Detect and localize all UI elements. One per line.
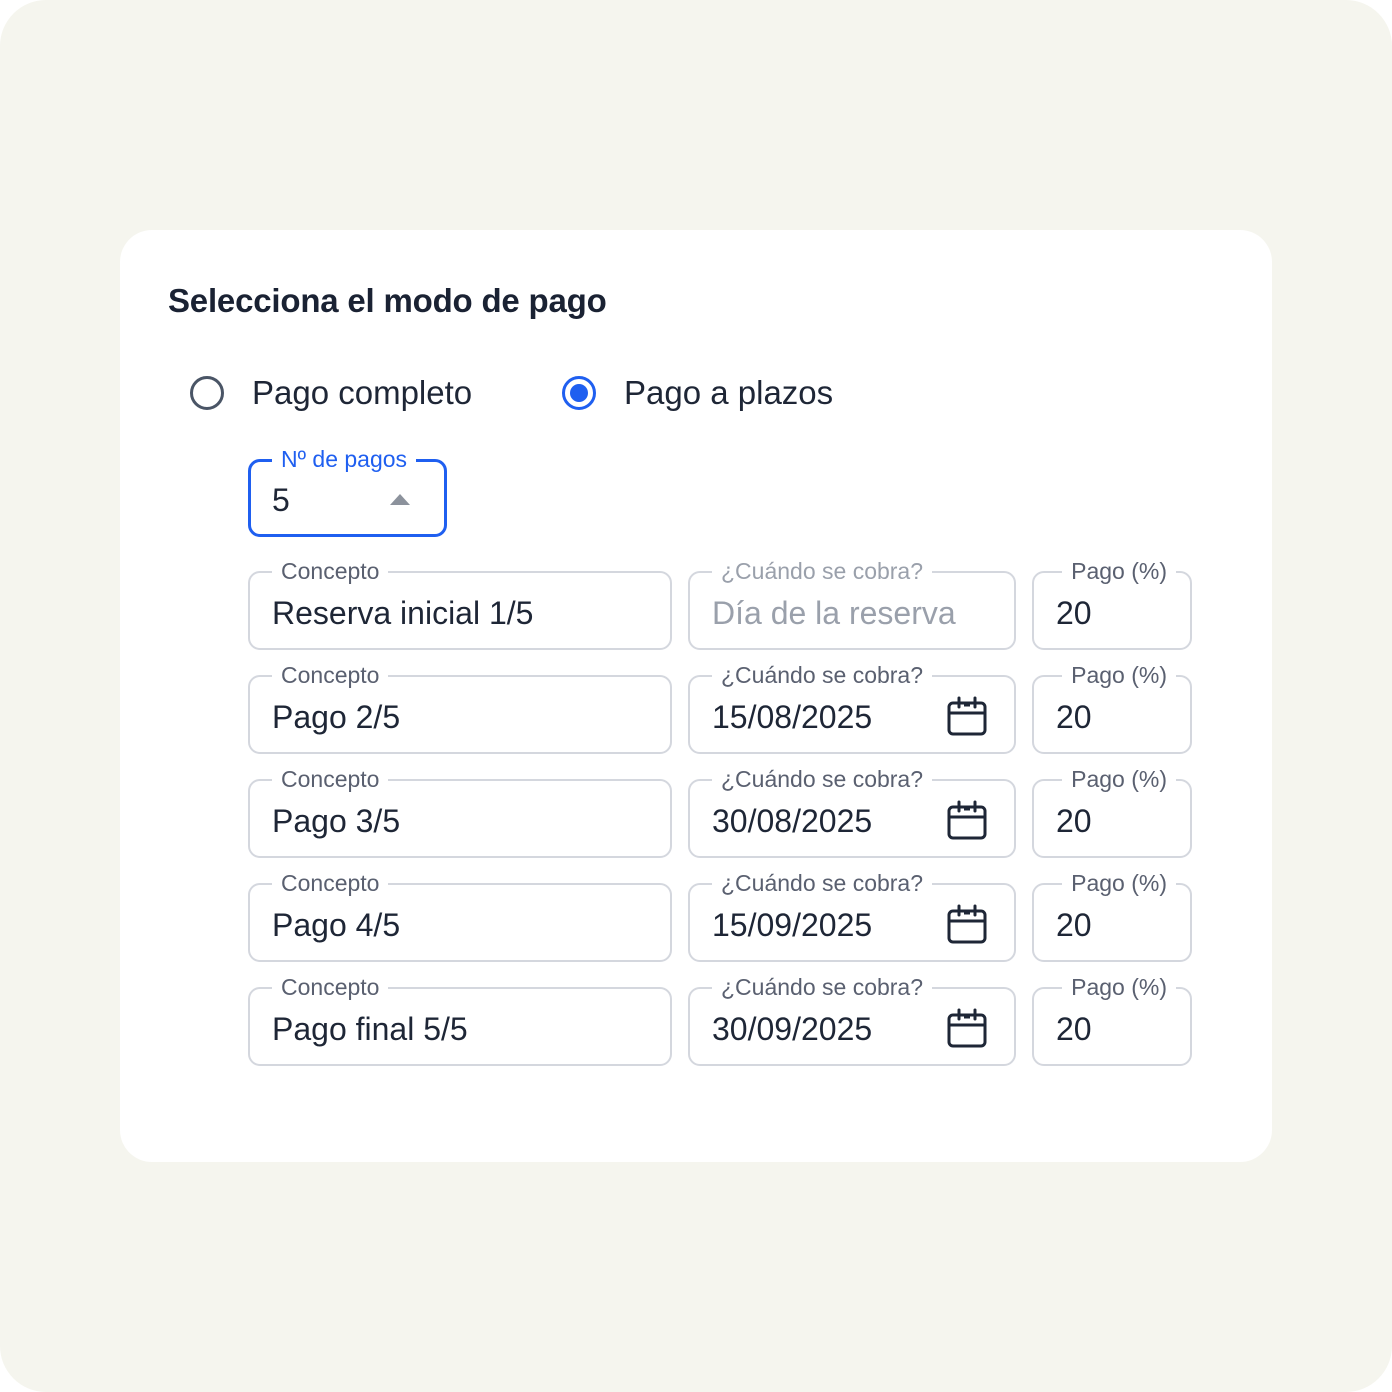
calendar-icon[interactable]	[946, 695, 988, 737]
percent-label: Pago (%)	[1062, 557, 1176, 585]
page-background: Selecciona el modo de pago Pago completo…	[0, 0, 1392, 1392]
caret-up-icon[interactable]	[390, 494, 410, 505]
date-label: ¿Cuándo se cobra?	[712, 557, 933, 585]
date-label: ¿Cuándo se cobra?	[712, 973, 933, 1001]
percent-value[interactable]: 20	[1056, 697, 1092, 737]
concept-label: Concepto	[272, 973, 389, 1001]
concept-field[interactable]: Concepto Pago 2/5	[248, 661, 672, 754]
num-payments-value[interactable]: 5	[272, 480, 290, 520]
date-field[interactable]: ¿Cuándo se cobra? 15/08/2025	[688, 661, 1016, 754]
calendar-icon[interactable]	[946, 799, 988, 841]
radio-label-pago-completo: Pago completo	[252, 374, 473, 411]
radio-checked-icon	[562, 376, 596, 410]
percent-value[interactable]: 20	[1056, 593, 1092, 633]
radio-unchecked-icon	[190, 376, 224, 410]
radio-label-pago-a-plazos: Pago a plazos	[624, 374, 834, 411]
percent-field[interactable]: Pago (%) 20	[1032, 765, 1192, 858]
date-field[interactable]: ¿Cuándo se cobra? Día de la reserva	[688, 557, 1016, 650]
concept-label: Concepto	[272, 869, 389, 897]
percent-label: Pago (%)	[1062, 765, 1176, 793]
radio-pago-a-plazos[interactable]: Pago a plazos	[562, 370, 833, 416]
num-payments-stepper[interactable]: Nº de pagos 5	[248, 445, 447, 537]
date-value[interactable]: 15/09/2025	[712, 905, 872, 945]
date-value[interactable]: 15/08/2025	[712, 697, 872, 737]
num-payments-label: Nº de pagos	[272, 445, 417, 473]
percent-label: Pago (%)	[1062, 661, 1176, 689]
page-title: Selecciona el modo de pago	[168, 282, 607, 319]
percent-field[interactable]: Pago (%) 20	[1032, 869, 1192, 962]
percent-field[interactable]: Pago (%) 20	[1032, 973, 1192, 1066]
calendar-icon[interactable]	[946, 1007, 988, 1049]
radio-pago-completo[interactable]: Pago completo	[190, 370, 472, 416]
concept-label: Concepto	[272, 557, 389, 585]
concept-value[interactable]: Pago 4/5	[272, 905, 400, 945]
calendar-icon[interactable]	[946, 903, 988, 945]
concept-field[interactable]: Concepto Pago 3/5	[248, 765, 672, 858]
date-value[interactable]: 30/08/2025	[712, 801, 872, 841]
percent-field[interactable]: Pago (%) 20	[1032, 661, 1192, 754]
date-label: ¿Cuándo se cobra?	[712, 661, 933, 689]
date-label: ¿Cuándo se cobra?	[712, 765, 933, 793]
date-field[interactable]: ¿Cuándo se cobra? 30/08/2025	[688, 765, 1016, 858]
percent-field[interactable]: Pago (%) 20	[1032, 557, 1192, 650]
percent-value[interactable]: 20	[1056, 1009, 1092, 1049]
date-field[interactable]: ¿Cuándo se cobra? 30/09/2025	[688, 973, 1016, 1066]
date-label: ¿Cuándo se cobra?	[712, 869, 933, 897]
percent-label: Pago (%)	[1062, 869, 1176, 897]
concept-value[interactable]: Pago 3/5	[272, 801, 400, 841]
percent-value[interactable]: 20	[1056, 801, 1092, 841]
concept-value[interactable]: Pago 2/5	[272, 697, 400, 737]
concept-field[interactable]: Concepto Reserva inicial 1/5	[248, 557, 672, 650]
concept-value[interactable]: Pago final 5/5	[272, 1009, 468, 1049]
concept-label: Concepto	[272, 661, 389, 689]
date-value[interactable]: Día de la reserva	[712, 593, 956, 633]
date-field[interactable]: ¿Cuándo se cobra? 15/09/2025	[688, 869, 1016, 962]
payment-mode-card: Selecciona el modo de pago Pago completo…	[120, 230, 1272, 1162]
percent-value[interactable]: 20	[1056, 905, 1092, 945]
concept-value[interactable]: Reserva inicial 1/5	[272, 593, 533, 633]
radio-dot	[570, 384, 588, 402]
concept-field[interactable]: Concepto Pago 4/5	[248, 869, 672, 962]
concept-label: Concepto	[272, 765, 389, 793]
concept-field[interactable]: Concepto Pago final 5/5	[248, 973, 672, 1066]
date-value[interactable]: 30/09/2025	[712, 1009, 872, 1049]
percent-label: Pago (%)	[1062, 973, 1176, 1001]
